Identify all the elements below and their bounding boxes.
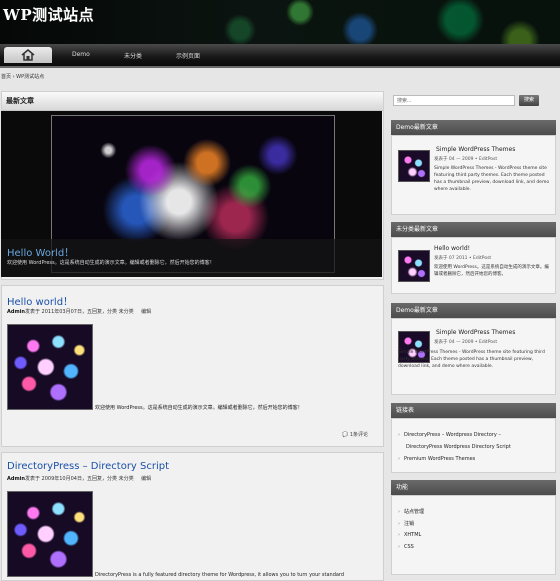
post-excerpt: 欢迎使用 WordPress。这是系统自动生成的演示文章。编辑或者删除它，然后开… [95,405,303,411]
home-button[interactable] [4,47,52,63]
widget-post-text: Simple WordPress Themes - WordPress them… [398,350,545,369]
widget-meta: 站点管理 注销 XHTML CSS [391,495,556,575]
post-meta: Admin发表于 2011年03月07日，五回复，分类 未分类 编辑 [7,308,151,315]
post-meta: Admin发表于 2009年10月04日，五回复，分类 未分类 编辑 [7,475,151,482]
widget-post-text: 欢迎使用 WordPress。这是系统自动生成的演示文章。编辑或者删除它，然后开… [434,265,549,277]
post-excerpt: DirectoryPress is a fully featured direc… [95,572,345,578]
slide-caption: Hello World！ 欢迎使用 WordPress。这是系统自动生成的演示文… [1,239,382,277]
site-title[interactable]: WP测试站点 [3,4,94,25]
meta-item-logout[interactable]: 注销 [398,520,414,527]
meta-item-css[interactable]: CSS [398,544,414,550]
comment-icon: 💬 [342,432,349,438]
link-item[interactable]: Premium WordPress Themes [398,456,475,462]
edit-link[interactable]: 编辑 [141,476,151,482]
main-nav: Demo 未分类 示例页面 [0,44,560,68]
comment-link[interactable]: 💬 1条评论 [342,431,368,438]
nav-item-uncategorized[interactable]: 未分类 [124,51,142,60]
widget-links: DirectoryPress – Wordpress Directory – D… [391,418,556,473]
widget-post-meta: 发表于 04 — 2009 • EditPost [434,157,498,162]
widget-heading: 功能 [391,480,556,495]
featured-slider[interactable]: Hello World！ 欢迎使用 WordPress。这是系统自动生成的演示文… [1,111,382,277]
widget-uncategorized-latest: Hello world! 发表于 07 2011 • EditPost 欢迎使用… [391,237,556,294]
site-header: WP测试站点 [0,0,560,44]
post-title[interactable]: DirectoryPress – Directory Script [7,461,169,472]
widget-demo-latest: Simple WordPress Themes 发表于 04 — 2009 • … [391,135,556,215]
meta-item-xhtml[interactable]: XHTML [398,532,421,538]
post-thumbnail[interactable] [398,250,430,282]
widget-heading: 链接表 [391,403,556,418]
widget-demo-latest: Simple WordPress Themes 发表于 04 — 2009 • … [391,318,556,395]
nav-item-demo[interactable]: Demo [72,51,90,58]
nav-item-sample-page[interactable]: 示例页面 [176,51,200,60]
post-thumbnail[interactable] [7,324,93,410]
post-date: 发表于 2011年03月07日，五回复，分类 未分类 [24,309,134,315]
post-author[interactable]: Admin [7,476,25,482]
widget-post-title[interactable]: Hello world! [434,245,470,252]
search-input[interactable]: 搜索... [393,95,515,106]
widget-heading: 未分类最新文章 [391,222,556,237]
post-author[interactable]: Admin [7,309,25,315]
widget-post-title[interactable]: Simple WordPress Themes [436,329,515,336]
link-item[interactable]: DirectoryPress Wordpress Directory Scrip… [406,444,511,450]
post-thumbnail[interactable] [7,491,93,577]
widget-heading: Demo最新文章 [391,120,556,135]
breadcrumb: 首页 › WP测试站点 [1,74,45,80]
slide-excerpt: 欢迎使用 WordPress。这是系统自动生成的演示文章。编辑或者删除它，然后开… [7,260,215,266]
search-button[interactable]: 搜索 [519,95,539,106]
link-item[interactable]: DirectoryPress – Wordpress Directory – [398,432,501,438]
featured-heading: 最新文章 [2,92,383,111]
widget-post-meta: 发表于 07 2011 • EditPost [434,256,492,261]
post-card: Hello world！ Admin发表于 2011年03月07日，五回复，分类… [1,285,384,447]
widget-post-text: Simple WordPress Themes - WordPress them… [434,166,550,192]
comment-count: 1条评论 [349,432,369,438]
post-title[interactable]: Hello world！ [7,293,73,308]
post-thumbnail[interactable] [398,150,430,182]
home-icon [21,49,35,61]
slide-title[interactable]: Hello World！ [7,244,74,259]
widget-post-title[interactable]: Simple WordPress Themes [436,146,515,153]
post-card: DirectoryPress – Directory Script Admin发… [1,452,384,581]
post-date: 发表于 2009年10月04日，五回复，分类 未分类 [24,476,134,482]
edit-link[interactable]: 编辑 [141,309,151,315]
widget-post-meta: 发表于 04 — 2009 • EditPost [434,340,498,345]
widget-heading: Demo最新文章 [391,303,556,318]
meta-item-site-admin[interactable]: 站点管理 [398,508,424,515]
